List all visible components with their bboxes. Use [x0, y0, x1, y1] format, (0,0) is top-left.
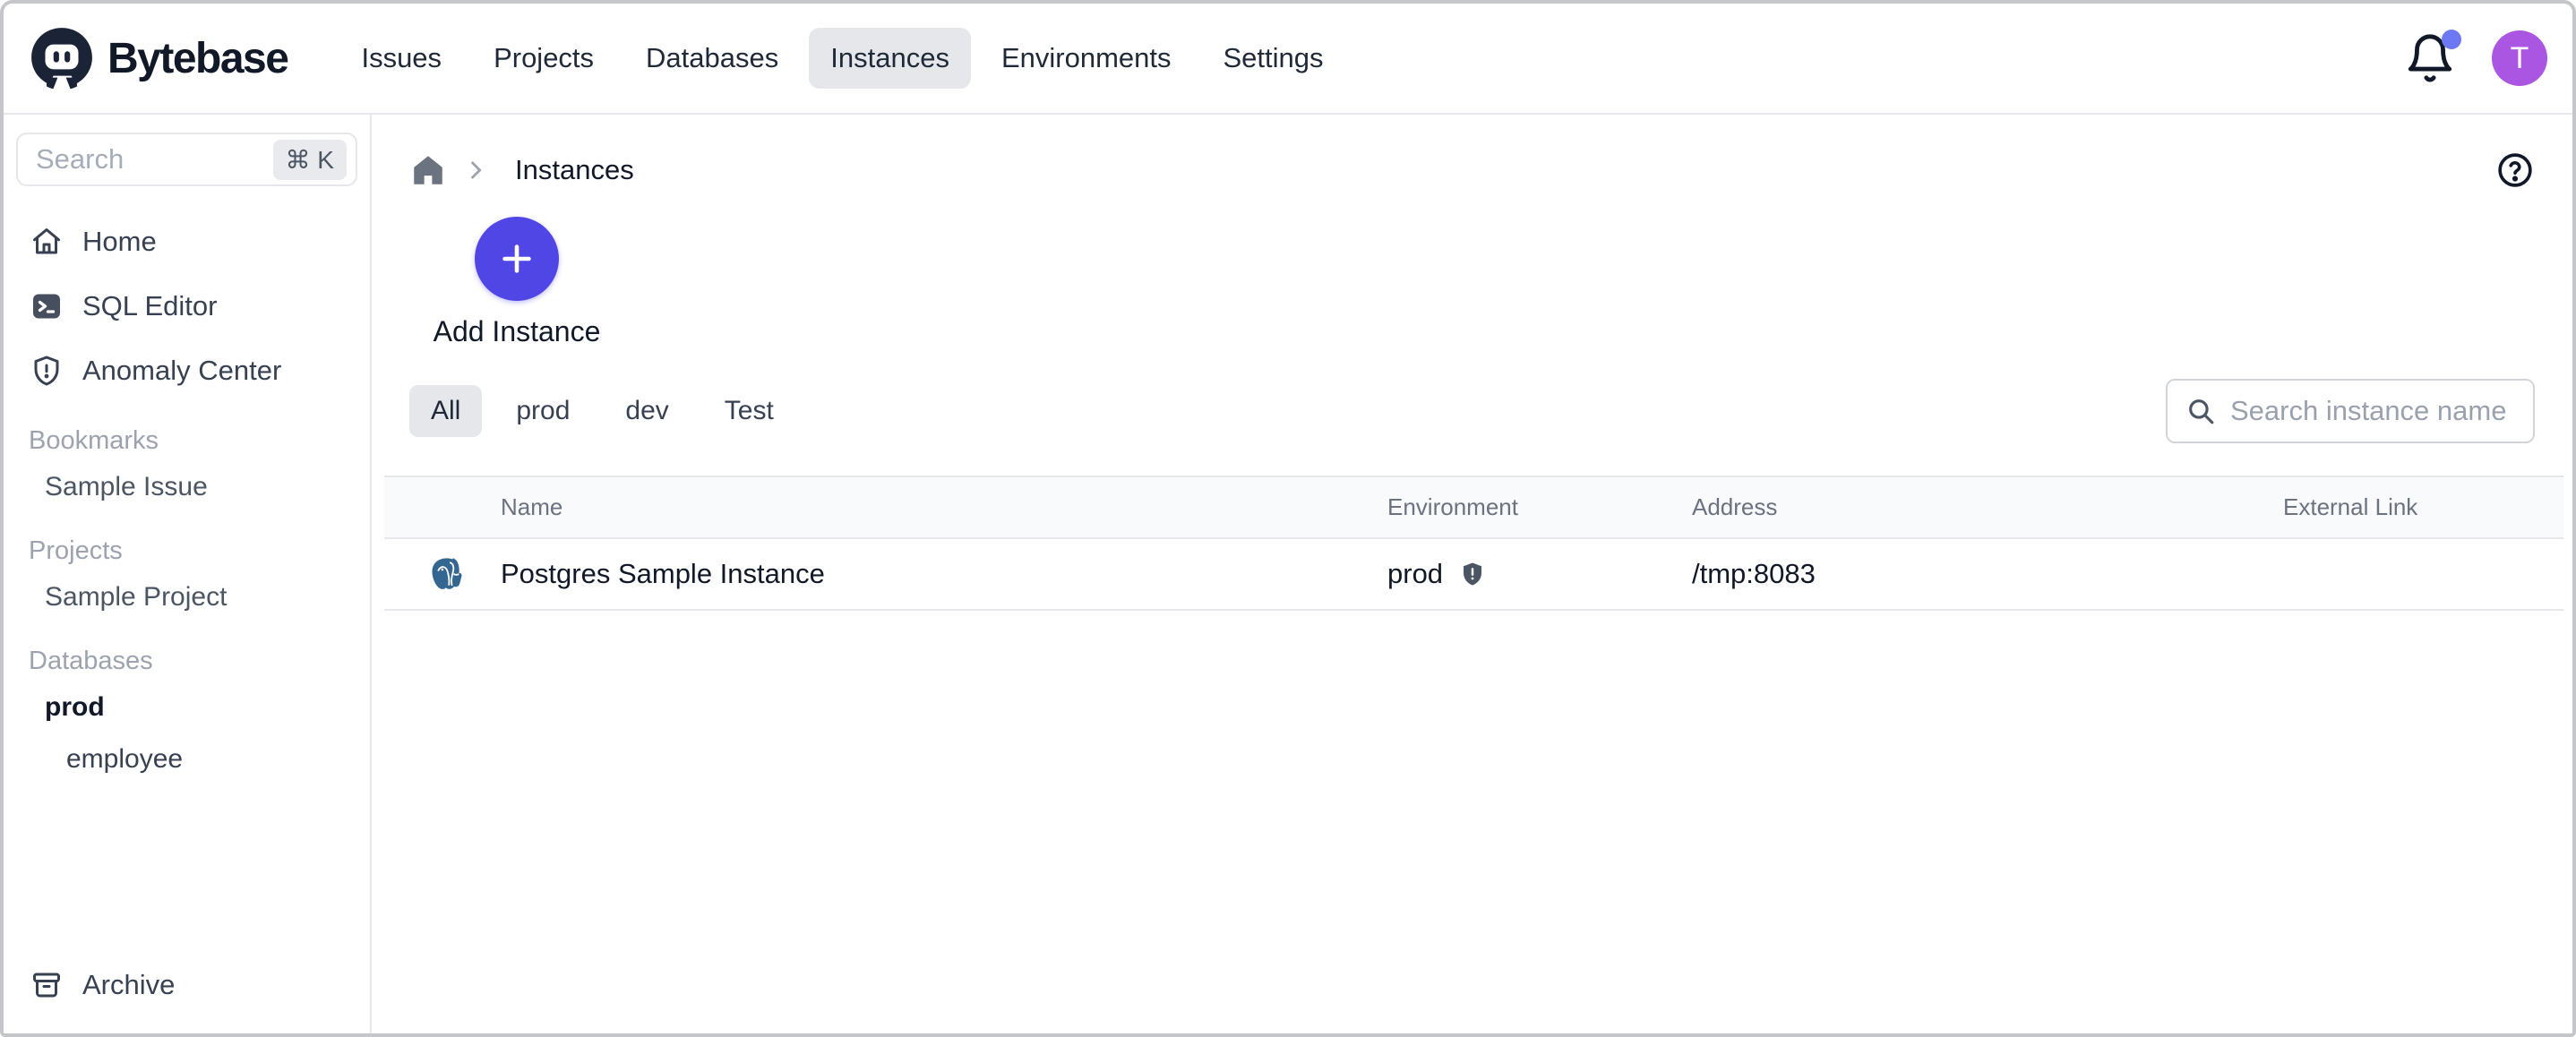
external-link-cell: [2283, 538, 2563, 610]
instance-name-cell: Postgres Sample Instance: [501, 538, 1387, 610]
bytebase-mascot-icon: [29, 25, 95, 91]
sidebar-section-projects: Projects: [4, 513, 370, 571]
header-environment: Environment: [1387, 476, 1692, 538]
breadcrumb: Instances: [372, 115, 2572, 190]
sidebar-item-prod-env[interactable]: prod: [4, 681, 370, 733]
sidebar-item-label: Home: [82, 226, 157, 258]
sidebar-item-employee-db[interactable]: employee: [4, 733, 370, 785]
sidebar-item-home[interactable]: Home: [4, 210, 370, 274]
add-instance-button[interactable]: [475, 217, 559, 301]
nav-right: T: [2404, 30, 2547, 86]
header-engine: [384, 476, 501, 538]
avatar-letter: T: [2511, 41, 2529, 76]
notification-dot: [2442, 30, 2461, 49]
top-nav: Bytebase Issues Projects Databases Insta…: [4, 4, 2572, 115]
instances-table: Name Environment Address External Link: [384, 476, 2563, 611]
tab-test[interactable]: Test: [703, 385, 795, 437]
nav-item-instances[interactable]: Instances: [809, 28, 971, 89]
avatar[interactable]: T: [2492, 30, 2547, 86]
header-name: Name: [501, 476, 1387, 538]
table-header-row: Name Environment Address External Link: [384, 476, 2563, 538]
instance-search-input[interactable]: [2230, 395, 2515, 427]
sidebar-item-archive[interactable]: Archive: [4, 953, 370, 1017]
nav-item-environments[interactable]: Environments: [980, 28, 1193, 89]
search-icon: [2185, 396, 2216, 426]
sidebar-item-anomaly-center[interactable]: Anomaly Center: [4, 339, 370, 403]
header-external-link: External Link: [2283, 476, 2563, 538]
home-icon: [30, 226, 63, 258]
sidebar-search-input[interactable]: [36, 143, 273, 176]
sidebar-item-label: Archive: [82, 969, 175, 1001]
chevron-right-icon: [463, 158, 488, 183]
sidebar-search[interactable]: ⌘ K: [16, 133, 357, 186]
plus-icon: [496, 238, 537, 279]
main-content: Instances Add In: [372, 115, 2572, 1033]
environment-tabs: All prod dev Test: [409, 385, 795, 437]
address-cell: /tmp:8083: [1692, 538, 2283, 610]
add-instance-label: Add Instance: [434, 315, 601, 348]
terminal-icon: [30, 290, 63, 322]
add-instance: Add Instance: [427, 217, 606, 348]
tab-prod[interactable]: prod: [494, 385, 591, 437]
tab-all[interactable]: All: [409, 385, 482, 437]
sidebar-section-databases: Databases: [4, 623, 370, 681]
instance-search[interactable]: [2166, 379, 2535, 443]
protected-shield-icon: [1459, 560, 1486, 588]
sidebar-item-sample-issue[interactable]: Sample Issue: [4, 461, 370, 513]
notification-bell-button[interactable]: [2404, 31, 2456, 85]
environment-cell: prod: [1387, 538, 1692, 610]
breadcrumb-home-icon[interactable]: [409, 151, 447, 189]
nav-item-settings[interactable]: Settings: [1202, 28, 1345, 89]
engine-cell: [384, 538, 501, 610]
environment-name: prod: [1387, 558, 1443, 590]
header-address: Address: [1692, 476, 2283, 538]
brand-name: Bytebase: [107, 34, 288, 83]
nav-item-databases[interactable]: Databases: [624, 28, 800, 89]
help-button[interactable]: [2495, 150, 2535, 190]
nav-item-issues[interactable]: Issues: [339, 28, 463, 89]
app-window: Bytebase Issues Projects Databases Insta…: [0, 0, 2576, 1037]
tab-dev[interactable]: dev: [604, 385, 690, 437]
shield-alert-icon: [30, 355, 63, 387]
postgres-icon: [427, 553, 501, 595]
sidebar-item-label: SQL Editor: [82, 290, 217, 322]
sidebar: ⌘ K Home SQL Editor: [4, 115, 372, 1033]
archive-icon: [30, 969, 63, 1001]
bytebase-logo[interactable]: Bytebase: [29, 25, 288, 91]
keyboard-shortcut-badge: ⌘ K: [273, 140, 347, 180]
filter-row: All prod dev Test: [372, 379, 2572, 443]
page-title: Instances: [515, 154, 634, 186]
sidebar-section-bookmarks: Bookmarks: [4, 403, 370, 461]
main-nav-items: Issues Projects Databases Instances Envi…: [339, 28, 1344, 89]
nav-item-projects[interactable]: Projects: [472, 28, 615, 89]
table-row[interactable]: Postgres Sample Instance prod: [384, 538, 2563, 610]
sidebar-item-label: Anomaly Center: [82, 355, 281, 387]
sidebar-item-sql-editor[interactable]: SQL Editor: [4, 274, 370, 339]
sidebar-item-sample-project[interactable]: Sample Project: [4, 571, 370, 623]
